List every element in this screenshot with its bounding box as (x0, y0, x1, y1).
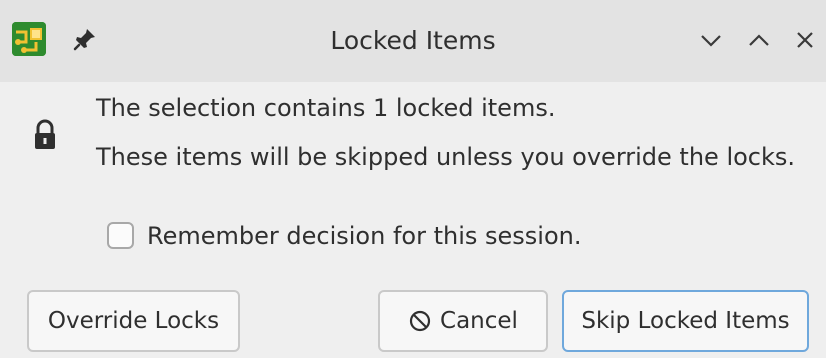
skip-locked-items-button[interactable]: Skip Locked Items (562, 290, 809, 352)
message-line-2: These items will be skipped unless you o… (96, 143, 796, 171)
close-icon (794, 29, 816, 51)
cancel-button[interactable]: Cancel (378, 290, 548, 352)
lock-icon (32, 118, 58, 152)
cancel-icon (408, 309, 432, 333)
window-titlebar[interactable]: Locked Items (0, 0, 826, 82)
remember-decision-checkbox[interactable] (107, 222, 134, 249)
chevron-up-icon (747, 32, 771, 48)
chevron-down-icon (699, 32, 723, 48)
remember-decision-label[interactable]: Remember decision for this session. (147, 222, 581, 250)
minimize-button[interactable] (696, 25, 726, 55)
maximize-button[interactable] (744, 25, 774, 55)
close-button[interactable] (790, 25, 820, 55)
override-locks-button[interactable]: Override Locks (27, 290, 240, 352)
message-line-1: The selection contains 1 locked items. (96, 94, 556, 122)
cancel-label: Cancel (440, 308, 518, 334)
override-locks-label: Override Locks (47, 308, 220, 334)
skip-locked-items-label: Skip Locked Items (581, 308, 790, 334)
